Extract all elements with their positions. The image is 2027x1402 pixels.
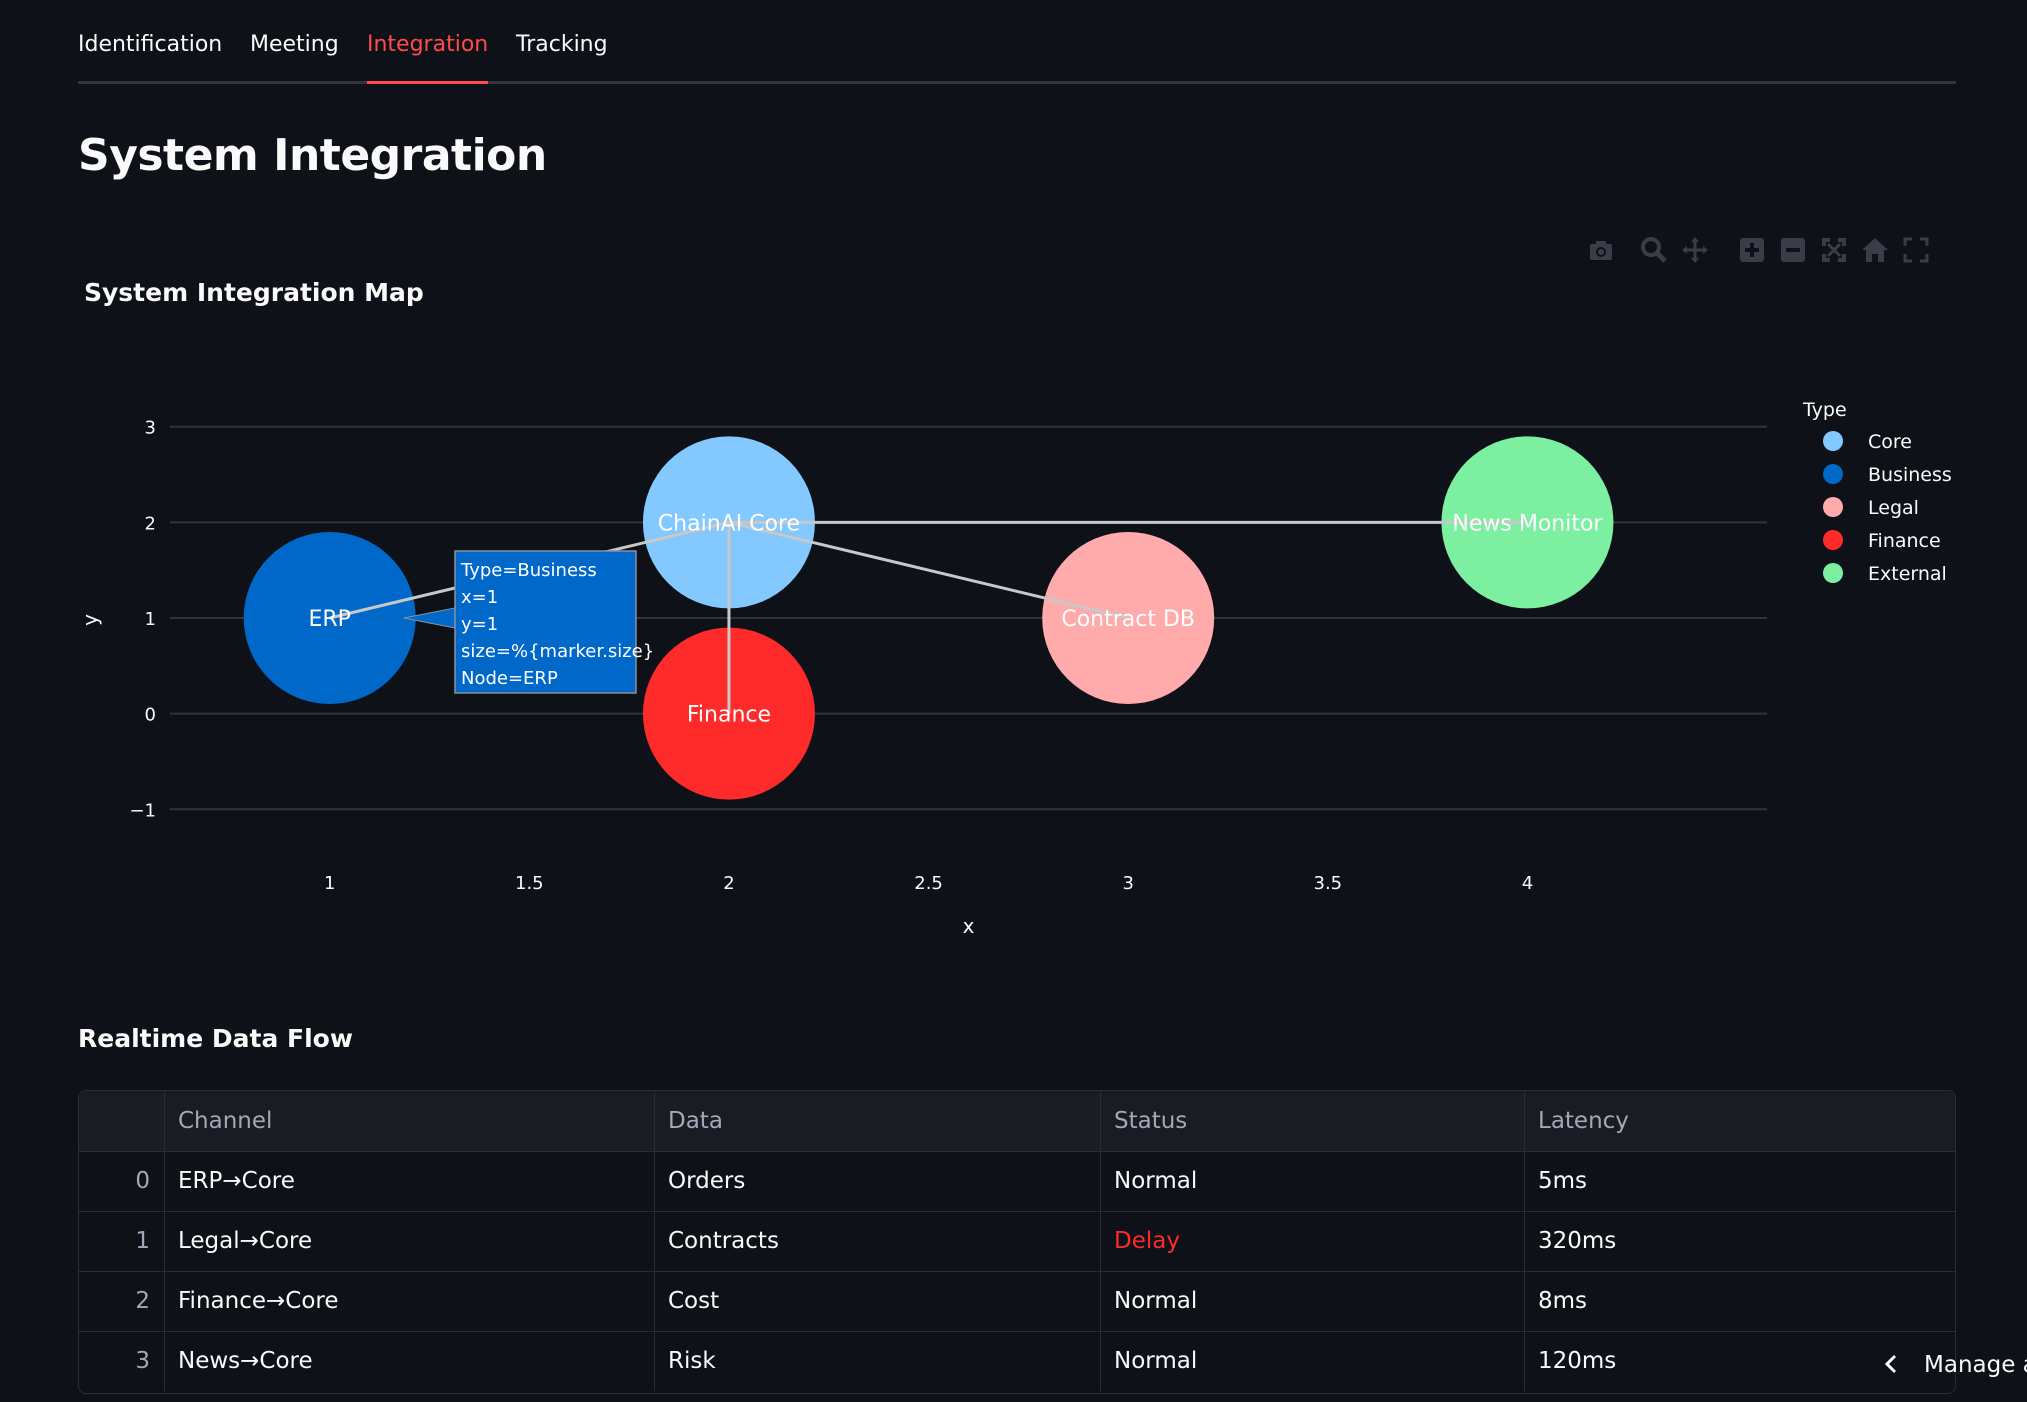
integration-scatter-chart[interactable]: ChainAI Core ERP Contract DB Finance News Mo… — [0, 0, 2027, 980]
legend-item-core[interactable]: Core — [1823, 431, 1912, 453]
y-tick-label: −1 — [129, 800, 156, 821]
legend-label: Finance — [1868, 530, 1941, 552]
latency-cell[interactable]: 320ms — [1525, 1211, 1955, 1271]
status-cell[interactable]: Normal — [1101, 1331, 1525, 1391]
channel-column-header[interactable]: Channel — [165, 1091, 655, 1151]
latency-column-header[interactable]: Latency — [1525, 1091, 1955, 1151]
data-flow-table[interactable]: Channel Data Status Latency 0 ERP→Core O… — [78, 1090, 1956, 1394]
legend-item-business[interactable]: Business — [1823, 464, 1952, 486]
table-row[interactable]: 0 ERP→Core Orders Normal 5ms — [79, 1151, 1955, 1212]
latency-cell[interactable]: 5ms — [1525, 1151, 1955, 1211]
legend-title: Type — [1802, 399, 1847, 421]
table-header-row: Channel Data Status Latency — [79, 1091, 1955, 1152]
status-cell[interactable]: Normal — [1101, 1151, 1525, 1211]
row-index: 1 — [79, 1211, 165, 1271]
data-cell[interactable]: Contracts — [655, 1211, 1101, 1271]
channel-cell[interactable]: ERP→Core — [165, 1151, 655, 1211]
x-tick-label: 3 — [1122, 873, 1133, 894]
tooltip-line: Node=ERP — [461, 668, 558, 689]
node-label: Contract DB — [1061, 607, 1195, 632]
x-tick-label: 3.5 — [1314, 873, 1343, 894]
data-cell[interactable]: Cost — [655, 1271, 1101, 1331]
y-tick-label: 2 — [145, 513, 156, 534]
legend-marker — [1823, 563, 1843, 583]
legend-marker — [1823, 464, 1843, 484]
channel-cell[interactable]: News→Core — [165, 1331, 655, 1391]
data-flow-title: Realtime Data Flow — [78, 1024, 353, 1053]
legend-label: Business — [1868, 464, 1952, 486]
node-label: Finance — [687, 703, 771, 728]
node-label: ChainAI Core — [658, 511, 800, 536]
legend-item-external[interactable]: External — [1823, 563, 1947, 585]
manage-app-label: Manage app — [1924, 1352, 2027, 1378]
tooltip-line: y=1 — [461, 614, 498, 635]
y-tick-label: 0 — [145, 705, 156, 726]
x-tick-label: 1.5 — [515, 873, 544, 894]
y-tick-label: 1 — [145, 609, 156, 630]
x-tick-label: 1 — [324, 873, 335, 894]
x-axis-label: x — [963, 914, 975, 938]
x-tick-label: 2 — [723, 873, 734, 894]
legend-marker — [1823, 497, 1843, 517]
row-index: 2 — [79, 1271, 165, 1331]
x-tick-label: 4 — [1522, 873, 1533, 894]
table-row[interactable]: 1 Legal→Core Contracts Delay 320ms — [79, 1211, 1955, 1272]
status-column-header[interactable]: Status — [1101, 1091, 1525, 1151]
tooltip-line: Type=Business — [460, 560, 597, 581]
data-cell[interactable]: Risk — [655, 1331, 1101, 1391]
table-row[interactable]: 3 News→Core Risk Normal 120ms — [79, 1331, 1955, 1391]
x-tick-label: 2.5 — [914, 873, 943, 894]
index-header[interactable] — [79, 1091, 165, 1151]
legend-label: Legal — [1868, 497, 1919, 519]
status-cell-delay[interactable]: Delay — [1101, 1211, 1525, 1271]
data-column-header[interactable]: Data — [655, 1091, 1101, 1151]
row-index: 3 — [79, 1331, 165, 1391]
latency-cell[interactable]: 8ms — [1525, 1271, 1955, 1331]
tooltip-line: x=1 — [461, 587, 498, 608]
node-label: ERP — [308, 607, 350, 632]
node-label: News Monitor — [1452, 511, 1603, 536]
legend-marker — [1823, 530, 1843, 550]
tooltip-line: size=%{marker.size} — [461, 641, 654, 662]
channel-cell[interactable]: Legal→Core — [165, 1211, 655, 1271]
data-cell[interactable]: Orders — [655, 1151, 1101, 1211]
legend-marker — [1823, 431, 1843, 451]
row-index: 0 — [79, 1151, 165, 1211]
status-cell[interactable]: Normal — [1101, 1271, 1525, 1331]
chevron-left-icon — [1884, 1354, 1897, 1374]
legend-item-finance[interactable]: Finance — [1823, 530, 1941, 552]
legend-item-legal[interactable]: Legal — [1823, 497, 1919, 519]
legend-label: Core — [1868, 431, 1912, 453]
legend-label: External — [1868, 563, 1947, 585]
table-row[interactable]: 2 Finance→Core Cost Normal 8ms — [79, 1271, 1955, 1332]
y-tick-label: 3 — [145, 418, 156, 439]
manage-app-button[interactable]: Manage app — [1880, 1352, 2027, 1400]
channel-cell[interactable]: Finance→Core — [165, 1271, 655, 1331]
y-axis-label: y — [78, 614, 102, 626]
